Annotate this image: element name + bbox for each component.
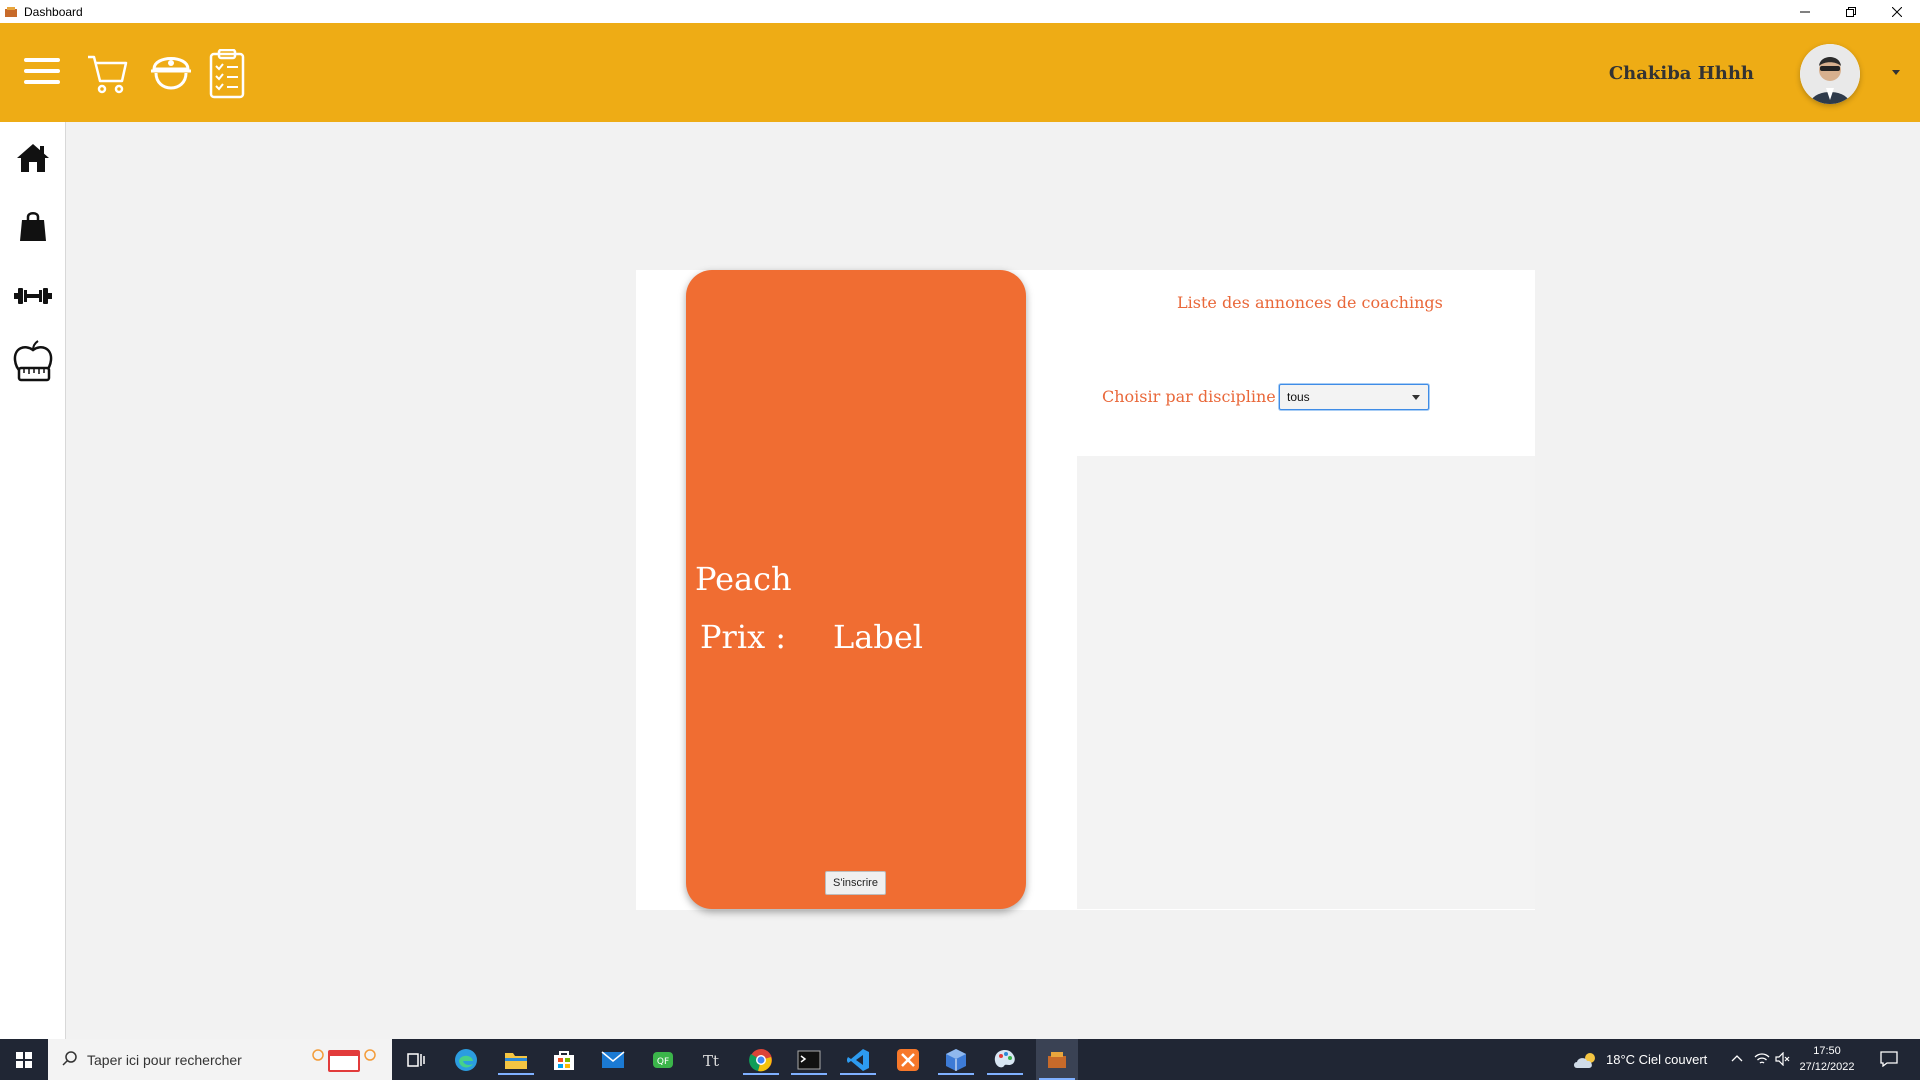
start-button[interactable] bbox=[0, 1039, 48, 1080]
terminal-icon bbox=[797, 1050, 821, 1070]
signup-button[interactable]: S'inscrire bbox=[825, 871, 886, 895]
active-indicator bbox=[938, 1073, 974, 1075]
search-icon bbox=[62, 1051, 77, 1066]
mail-taskbar-button[interactable] bbox=[598, 1045, 628, 1075]
chrome-icon bbox=[749, 1049, 772, 1072]
home-icon bbox=[17, 144, 49, 172]
page-title: Liste des annonces de coachings bbox=[1177, 293, 1443, 312]
edge-taskbar-button[interactable] bbox=[451, 1045, 481, 1075]
clipboard-checklist-icon[interactable] bbox=[209, 49, 245, 99]
store-taskbar-button[interactable] bbox=[549, 1045, 579, 1075]
apple-scale-icon bbox=[13, 340, 53, 382]
cube-icon bbox=[946, 1049, 966, 1071]
close-button[interactable] bbox=[1874, 0, 1920, 23]
restore-button[interactable] bbox=[1828, 0, 1874, 23]
taskbar-search[interactable]: Taper ici pour rechercher bbox=[48, 1039, 392, 1080]
restore-icon bbox=[1846, 6, 1856, 17]
search-placeholder: Taper ici pour rechercher bbox=[87, 1051, 242, 1068]
clock-time: 17:50 bbox=[1813, 1045, 1841, 1057]
active-indicator bbox=[498, 1073, 534, 1075]
file-explorer-taskbar-button[interactable] bbox=[498, 1045, 534, 1075]
sidebar-item-training[interactable] bbox=[0, 272, 66, 320]
avatar[interactable] bbox=[1800, 44, 1860, 104]
discipline-filter-label: Choisir par discipline bbox=[1102, 387, 1276, 406]
app-taskbar-button-2[interactable]: Tt bbox=[696, 1045, 726, 1075]
window-title: Dashboard bbox=[24, 4, 83, 19]
card-price-value: Label bbox=[833, 618, 923, 656]
vscode-icon bbox=[847, 1049, 869, 1071]
user-avatar-icon bbox=[1800, 44, 1860, 104]
coach-icon[interactable] bbox=[148, 47, 194, 99]
xampp-icon bbox=[897, 1049, 919, 1071]
top-bar: Chakiba Hhhh bbox=[0, 23, 1920, 122]
chevron-up-icon[interactable] bbox=[1731, 1054, 1743, 1062]
svg-text:QF: QF bbox=[657, 1057, 669, 1067]
cart-icon[interactable] bbox=[86, 53, 130, 95]
cloud-icon bbox=[1574, 1052, 1595, 1068]
calendar-decoration-icon bbox=[312, 1049, 376, 1072]
app-taskbar-button-1[interactable]: QF bbox=[648, 1045, 678, 1075]
active-indicator bbox=[987, 1073, 1023, 1075]
weather-widget[interactable]: 18°C Ciel couvert bbox=[1572, 1039, 1707, 1080]
windows-logo-icon bbox=[16, 1051, 32, 1068]
close-icon bbox=[1892, 6, 1902, 17]
hamburger-menu-icon[interactable] bbox=[24, 56, 60, 86]
xampp-taskbar-button[interactable] bbox=[893, 1045, 923, 1075]
svg-text:Tt: Tt bbox=[703, 1052, 719, 1070]
mail-icon bbox=[601, 1051, 625, 1068]
dashboard-app-icon bbox=[1048, 1051, 1066, 1068]
folder-icon bbox=[505, 1053, 527, 1069]
vscode-taskbar-button[interactable] bbox=[840, 1045, 876, 1075]
dashboard-taskbar-button[interactable] bbox=[1036, 1039, 1078, 1080]
green-app-icon: QF bbox=[653, 1052, 673, 1068]
user-name: Chakiba Hhhh bbox=[1608, 63, 1754, 84]
paint-palette-icon bbox=[994, 1050, 1015, 1068]
active-indicator bbox=[840, 1073, 876, 1075]
sidebar-item-home[interactable] bbox=[0, 134, 66, 182]
typography-icon: Tt bbox=[703, 1052, 719, 1070]
dumbbell-icon bbox=[14, 288, 52, 304]
active-indicator bbox=[743, 1073, 779, 1075]
minimize-button[interactable] bbox=[1782, 0, 1828, 23]
network-icon[interactable] bbox=[1754, 1052, 1770, 1066]
terminal-taskbar-button[interactable] bbox=[791, 1045, 827, 1075]
discipline-select-value: tous bbox=[1287, 390, 1310, 404]
virtualbox-taskbar-button[interactable] bbox=[938, 1045, 974, 1075]
clock-date: 27/12/2022 bbox=[1799, 1061, 1855, 1073]
weather-text: 18°C Ciel couvert bbox=[1606, 1052, 1708, 1067]
discipline-select[interactable]: tous bbox=[1279, 384, 1429, 410]
os-taskbar: Taper ici pour rechercher QF Tt 18°C Cie… bbox=[0, 1039, 1920, 1080]
task-view-button[interactable] bbox=[401, 1045, 431, 1075]
user-menu-chevron-down-icon[interactable] bbox=[1892, 70, 1900, 75]
announcements-list bbox=[1077, 456, 1535, 909]
speaker-muted-icon[interactable] bbox=[1775, 1052, 1791, 1066]
task-view-icon bbox=[407, 1053, 425, 1067]
notification-icon[interactable] bbox=[1880, 1051, 1898, 1067]
window-titlebar: Dashboard bbox=[0, 0, 1920, 23]
chevron-down-icon bbox=[1412, 395, 1420, 400]
paint-taskbar-button[interactable] bbox=[987, 1045, 1023, 1075]
card-price-label: Prix : bbox=[700, 618, 787, 656]
active-indicator bbox=[791, 1073, 827, 1075]
shopping-bag-icon bbox=[20, 212, 46, 241]
edge-icon bbox=[455, 1049, 477, 1071]
coaching-card: Peach Prix : Label S'inscrire bbox=[686, 270, 1026, 909]
sidebar bbox=[0, 122, 66, 1039]
chrome-taskbar-button[interactable] bbox=[743, 1045, 779, 1075]
sidebar-item-nutrition[interactable] bbox=[0, 338, 66, 386]
sidebar-item-shop[interactable] bbox=[0, 202, 66, 250]
minimize-icon bbox=[1800, 11, 1810, 12]
app-icon bbox=[5, 6, 17, 17]
store-icon bbox=[554, 1051, 574, 1070]
card-name: Peach bbox=[695, 560, 792, 598]
clock[interactable]: 17:50 27/12/2022 bbox=[1792, 1043, 1862, 1075]
